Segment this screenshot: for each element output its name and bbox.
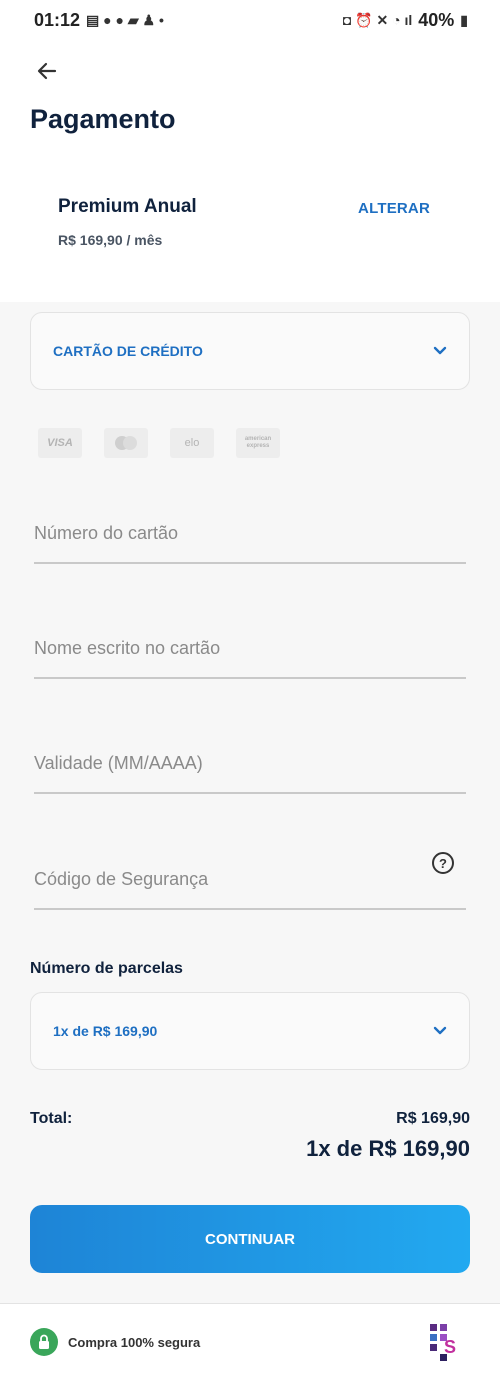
- arrow-left-icon: [37, 62, 57, 80]
- total-value: R$ 169,90: [396, 1110, 470, 1127]
- plan-price: R$ 169,90 / mês: [58, 232, 163, 248]
- change-plan-link[interactable]: ALTERAR: [358, 200, 430, 217]
- back-button[interactable]: [30, 54, 64, 88]
- payment-method-value: CARTÃO DE CRÉDITO: [53, 343, 203, 359]
- payment-method-select[interactable]: CARTÃO DE CRÉDITO: [30, 312, 470, 390]
- card-number-input[interactable]: [34, 523, 414, 544]
- mastercard-brand-icon: [104, 428, 148, 458]
- battery-level: 40%: [418, 9, 455, 30]
- total-installment-summary: 1x de R$ 169,90: [306, 1136, 470, 1161]
- amex-brand-icon: american express: [236, 428, 280, 458]
- card-name-input[interactable]: [34, 638, 414, 659]
- security-code-field: ?: [34, 850, 466, 910]
- svg-text:S: S: [444, 1337, 456, 1357]
- page-title: Pagamento: [30, 104, 176, 134]
- expiry-input[interactable]: [34, 753, 414, 774]
- installments-value: 1x de R$ 169,90: [53, 1023, 158, 1039]
- footer: Compra 100% segura S: [0, 1303, 500, 1380]
- secure-purchase-text: Compra 100% segura: [68, 1335, 201, 1350]
- order-summary-section: Pagamento Premium Anual R$ 169,90 / mês …: [0, 40, 500, 302]
- notification-icons: ▤ ● ● ▰ ♟ •: [86, 11, 164, 28]
- battery-icon: ▮: [460, 11, 468, 28]
- status-bar: 01:12 ▤ ● ● ▰ ♟ • ◘ ⏰ ✕ ◔ ıl 40% ▮: [0, 0, 500, 40]
- elo-brand-icon: elo: [170, 428, 214, 458]
- question-circle-icon[interactable]: ?: [432, 852, 454, 874]
- installments-title: Número de parcelas: [30, 960, 183, 977]
- chevron-down-icon: [433, 346, 447, 355]
- continue-button[interactable]: CONTINUAR: [30, 1205, 470, 1273]
- expiry-field: [34, 734, 466, 794]
- plan-name: Premium Anual: [58, 196, 197, 217]
- visa-brand-icon: VISA: [38, 428, 82, 458]
- card-brands: VISA elo american express: [38, 428, 280, 458]
- installments-select[interactable]: 1x de R$ 169,90: [30, 992, 470, 1070]
- card-name-field: [34, 619, 466, 679]
- lock-icon: [30, 1328, 58, 1356]
- system-status-icons: ◘ ⏰ ✕ ◔ ıl: [342, 11, 413, 28]
- total-label: Total:: [30, 1110, 73, 1127]
- chevron-down-icon: [433, 1026, 447, 1035]
- card-number-field: [34, 504, 466, 564]
- security-code-input[interactable]: [34, 869, 414, 890]
- brand-logo-icon: S: [430, 1324, 456, 1361]
- status-time: 01:12: [34, 9, 81, 30]
